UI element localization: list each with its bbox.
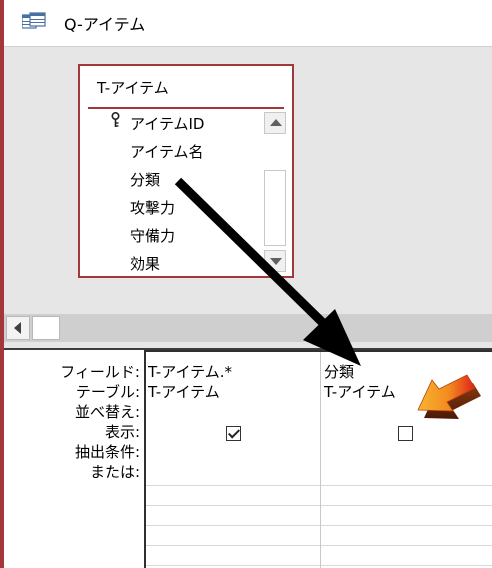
field-list: アイテムID アイテム名 分類 攻撃力 守備力 効果: [80, 110, 262, 278]
title-bar: Q-アイテム: [4, 0, 492, 46]
field-label: アイテムID: [130, 115, 205, 133]
table-box-header[interactable]: T-アイテム: [80, 66, 292, 106]
query-tables-pane[interactable]: T-アイテム アイテムID アイテム名 分類 攻撃力 守備力 効果: [4, 46, 492, 314]
primary-key-icon: [111, 112, 120, 127]
grid-cell-field-col2[interactable]: 分類: [324, 362, 354, 382]
field-item-item-id[interactable]: アイテムID: [80, 110, 262, 138]
column-separator: [320, 352, 321, 568]
row-label-criteria: 抽出条件:: [74, 443, 140, 461]
field-list-scrollbar[interactable]: [262, 110, 288, 276]
scroll-down-button[interactable]: [264, 250, 286, 272]
field-item-effect[interactable]: 効果: [80, 250, 262, 278]
table-name: T-アイテム: [97, 79, 169, 97]
grid-cell-field-col1[interactable]: T-アイテム.*: [148, 362, 232, 382]
field-item-category[interactable]: 分類: [80, 166, 262, 194]
query-icon: [22, 12, 46, 29]
field-label: 分類: [130, 171, 161, 189]
row-label-field: フィールド:: [60, 363, 140, 381]
field-label: 守備力: [130, 227, 176, 245]
triangle-up-icon: [270, 119, 282, 126]
scroll-up-button[interactable]: [264, 112, 286, 134]
show-checkbox-col1[interactable]: [226, 426, 241, 441]
field-label: アイテム名: [130, 143, 204, 161]
row-label-table: テーブル:: [75, 383, 140, 401]
grid-line: [146, 505, 492, 506]
grid-line: [146, 485, 492, 486]
row-label-show: 表示:: [104, 423, 140, 441]
grid-cell-table-col1[interactable]: T-アイテム: [148, 382, 220, 402]
horizontal-scroll-thumb[interactable]: [32, 316, 60, 340]
row-label-sort: 並べ替え:: [74, 403, 140, 421]
field-label: 攻撃力: [130, 199, 176, 217]
window-title: Q-アイテム: [64, 15, 146, 34]
grid-line: [146, 565, 492, 566]
query-design-grid[interactable]: T-アイテム.* T-アイテム 分類 T-アイテム: [144, 350, 492, 568]
field-item-item-name[interactable]: アイテム名: [80, 138, 262, 166]
scroll-left-button[interactable]: [6, 316, 30, 340]
grid-line: [146, 525, 492, 526]
horizontal-scrollbar[interactable]: [4, 314, 492, 342]
field-item-attack[interactable]: 攻撃力: [80, 194, 262, 222]
row-label-or: または:: [89, 463, 140, 481]
divider: [88, 107, 284, 109]
grid-line: [146, 545, 492, 546]
pane-splitter[interactable]: [4, 342, 492, 350]
scroll-thumb[interactable]: [264, 170, 286, 246]
field-item-defense[interactable]: 守備力: [80, 222, 262, 250]
grid-row-labels: フィールド: テーブル: 並べ替え: 表示: 抽出条件: または:: [4, 362, 140, 482]
triangle-down-icon: [270, 258, 282, 265]
design-grid-area: フィールド: テーブル: 並べ替え: 表示: 抽出条件: または: T-アイテム…: [4, 350, 492, 568]
triangle-left-icon: [14, 322, 21, 334]
show-checkbox-col2[interactable]: [398, 426, 413, 441]
table-field-list[interactable]: T-アイテム アイテムID アイテム名 分類 攻撃力 守備力 効果: [78, 64, 294, 278]
grid-cell-table-col2[interactable]: T-アイテム: [324, 382, 396, 402]
field-label: 効果: [130, 255, 161, 273]
